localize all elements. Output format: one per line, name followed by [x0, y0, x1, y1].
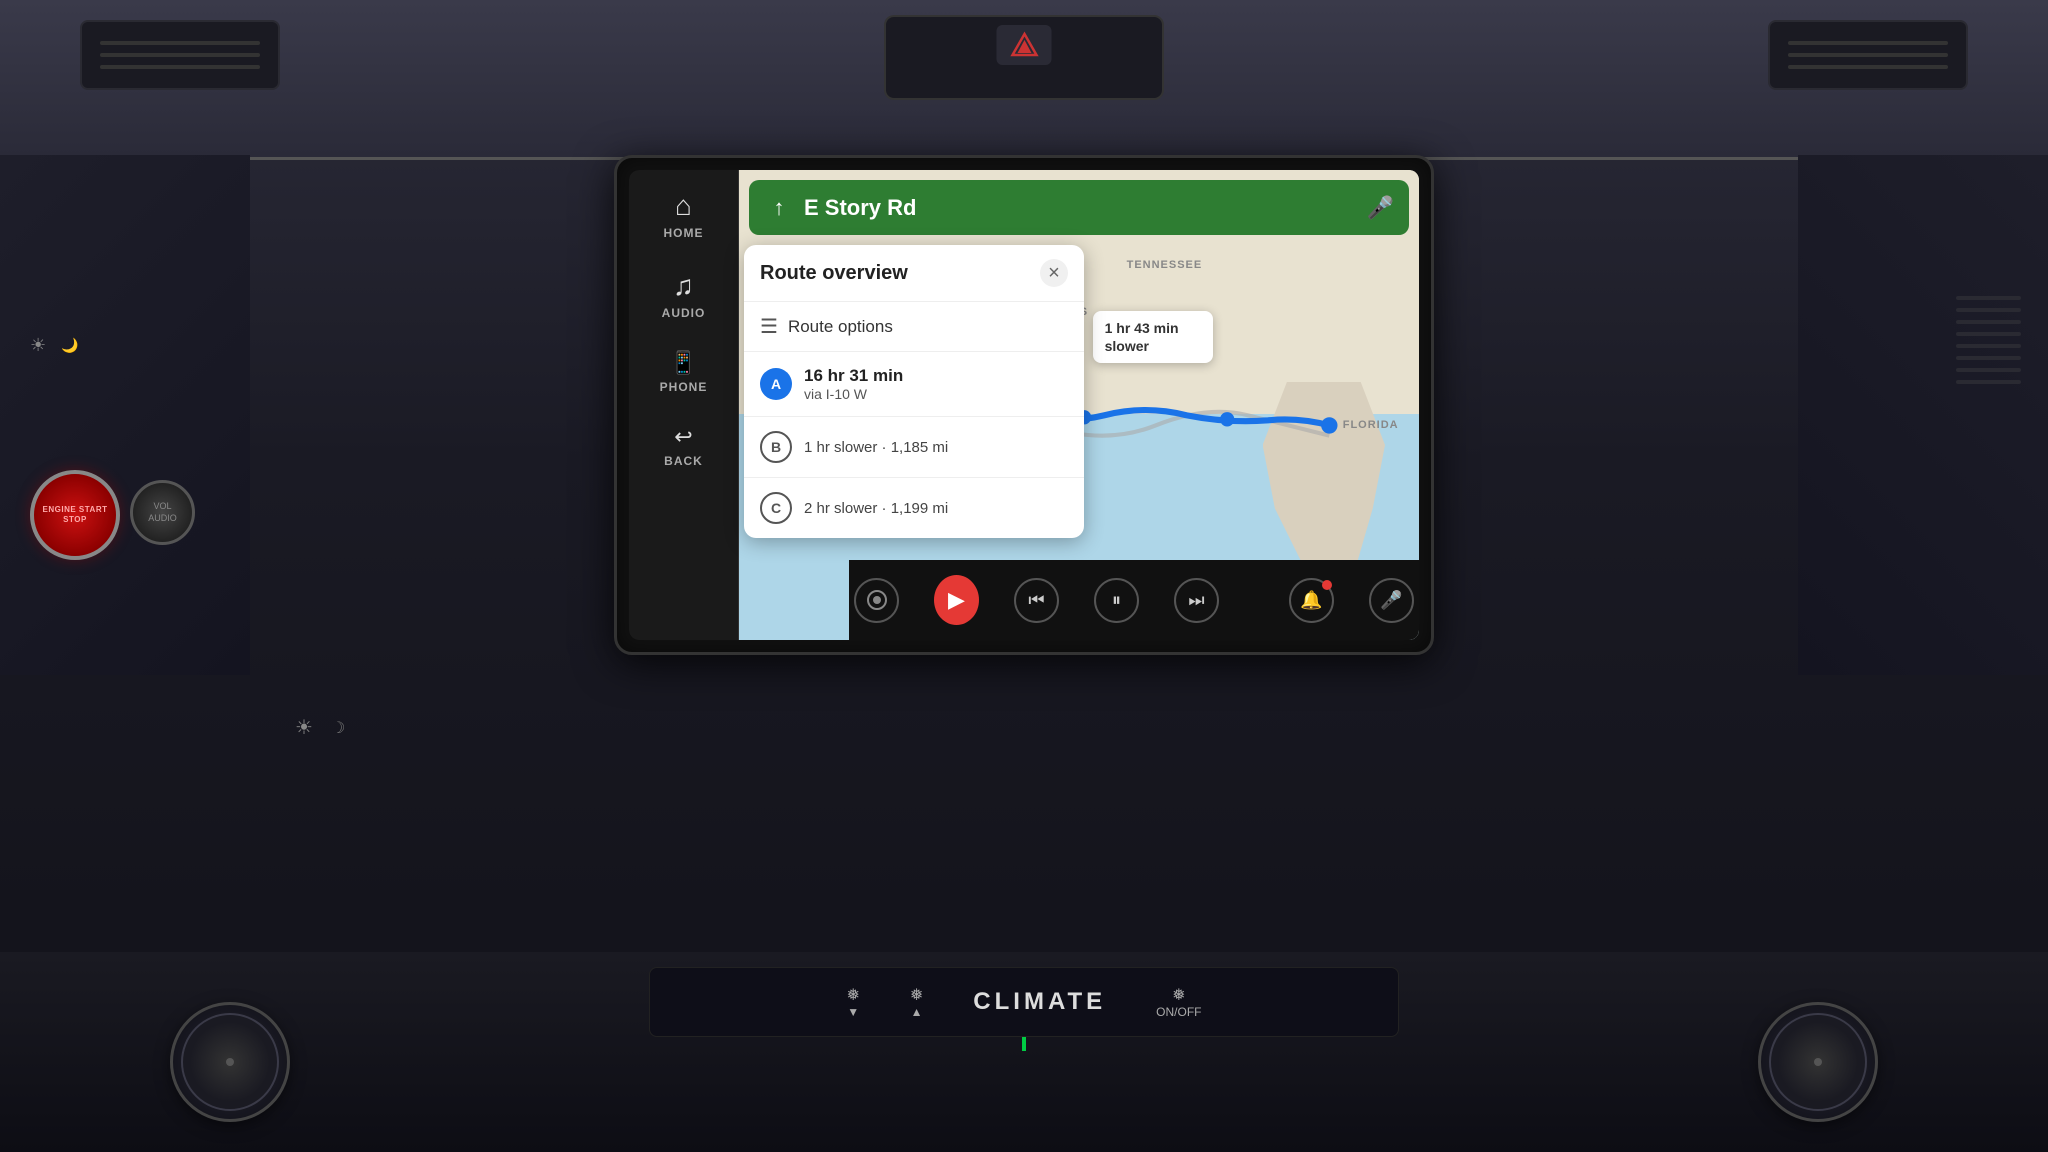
- nav-audio[interactable]: ♫ AUDIO: [662, 270, 706, 320]
- route-a-time: 16 hr 31 min: [804, 366, 1068, 386]
- fan-up-arrow: ▲: [911, 1005, 923, 1019]
- climate-controls-bar: ❅ ▼ ❅ ▲ CLIMATE ❅ ON/OFF: [649, 967, 1399, 1037]
- fan-mode-control[interactable]: ❅ ON/OFF: [1156, 985, 1201, 1019]
- top-left-vent: [80, 20, 280, 90]
- engine-start-stop-button[interactable]: ENGINE START STOP: [30, 470, 120, 560]
- skip-next-icon: ⏭: [1174, 578, 1219, 623]
- close-button[interactable]: ×: [1040, 259, 1068, 287]
- route-item-b[interactable]: B 1 hr slower · 1,185 mi: [744, 417, 1084, 478]
- microphone-button[interactable]: 🎤: [1369, 578, 1414, 623]
- nav-phone[interactable]: 📱 PHONE: [660, 350, 708, 394]
- climate-label: CLIMATE: [973, 988, 1106, 1016]
- play-red-icon: ▶: [934, 575, 979, 625]
- route-item-a[interactable]: A 16 hr 31 min via I-10 W: [744, 352, 1084, 417]
- skip-prev-button[interactable]: ⏮: [1014, 578, 1059, 623]
- right-dashboard: [1798, 155, 2048, 675]
- route-b-text: 1 hr slower · 1,185 mi: [804, 439, 1068, 456]
- phone-icon: 📱: [670, 350, 697, 376]
- nav-back-label: BACK: [664, 454, 703, 468]
- nav-mic-icon[interactable]: 🎤: [1367, 195, 1394, 221]
- route-info-b: 1 hr slower · 1,185 mi: [804, 439, 1068, 456]
- skip-prev-icon: ⏮: [1014, 578, 1059, 623]
- nav-audio-label: AUDIO: [662, 306, 706, 320]
- play-button[interactable]: ▶: [934, 578, 979, 623]
- time-callout: 1 hr 43 minslower: [1093, 311, 1213, 363]
- volume-knob[interactable]: VOLAUDIO: [130, 480, 195, 545]
- green-indicator: [1022, 1037, 1026, 1051]
- panel-header: Route overview ×: [744, 245, 1084, 302]
- route-item-c[interactable]: C 2 hr slower · 1,199 mi: [744, 478, 1084, 538]
- dashboard-top: [0, 0, 2048, 160]
- nav-direction-arrow: ↑: [764, 193, 794, 223]
- fan-up-icon: ❅: [910, 985, 923, 1005]
- fan-mode-label: ON/OFF: [1156, 1005, 1201, 1019]
- route-a-via: via I-10 W: [804, 386, 1068, 402]
- dashboard-lower: ❅ ▼ ❅ ▲ CLIMATE ❅ ON/OFF: [0, 952, 2048, 1152]
- microphone-icon: 🎤: [1369, 578, 1414, 623]
- route-options-icon: ☰: [760, 314, 778, 339]
- home-icon: ⌂: [675, 190, 692, 222]
- android-auto-button[interactable]: [854, 578, 899, 623]
- route-badge-c: C: [760, 492, 792, 524]
- engine-button-label: ENGINE START STOP: [34, 505, 116, 526]
- back-icon: ↩: [674, 424, 692, 450]
- route-c-text: 2 hr slower · 1,199 mi: [804, 500, 1068, 517]
- nav-phone-label: PHONE: [660, 380, 708, 394]
- fan-down-arrow: ▼: [847, 1005, 859, 1019]
- vol-label: VOLAUDIO: [148, 501, 177, 524]
- left-dashboard: ☀ 🌙: [0, 155, 250, 675]
- climate-knob-left[interactable]: [170, 1002, 290, 1122]
- moon-icon: ☽: [331, 718, 345, 738]
- nav-panel: ⌂ HOME ♫ AUDIO 📱 PHONE ↩ BACK: [629, 170, 739, 640]
- bottom-controls-bar: ▶ ⏮ ⏸ ⏭: [849, 560, 1419, 640]
- fan-mode-icon: ❅: [1172, 985, 1185, 1005]
- climate-knob-right[interactable]: [1758, 1002, 1878, 1122]
- skip-next-button[interactable]: ⏭: [1174, 578, 1219, 623]
- top-right-vent: [1768, 20, 1968, 90]
- route-options-label: Route options: [788, 317, 893, 337]
- route-info-a: 16 hr 31 min via I-10 W: [804, 366, 1068, 402]
- route-info-c: 2 hr slower · 1,199 mi: [804, 500, 1068, 517]
- panel-title: Route overview: [760, 262, 908, 285]
- hazard-button[interactable]: [997, 25, 1052, 65]
- route-badge-b: B: [760, 431, 792, 463]
- notification-button[interactable]: 🔔: [1289, 578, 1334, 623]
- pause-icon: ⏸: [1094, 578, 1139, 623]
- brightness-label-area: ☀ ☽: [295, 715, 345, 740]
- nav-home[interactable]: ⌂ HOME: [664, 190, 704, 240]
- route-badge-a: A: [760, 368, 792, 400]
- top-center-vent: [884, 15, 1164, 100]
- fan-up-control[interactable]: ❅ ▲: [910, 985, 923, 1019]
- sun-icon: ☀: [295, 715, 313, 740]
- fan-icon: ❅: [846, 985, 859, 1005]
- audio-icon: ♫: [673, 270, 694, 302]
- android-auto-circle-icon: [854, 578, 899, 623]
- fan-down-control[interactable]: ❅ ▼: [846, 985, 859, 1019]
- right-side-vent: [1948, 215, 2028, 465]
- nav-back[interactable]: ↩ BACK: [664, 424, 703, 468]
- nav-street-name: E Story Rd: [804, 195, 1357, 221]
- screen-bezel: ⌂ HOME ♫ AUDIO 📱 PHONE ↩ BACK: [614, 155, 1434, 655]
- route-options-button[interactable]: ☰ Route options: [744, 302, 1084, 352]
- route-overview-panel: Route overview × ☰ Route options A 16 hr…: [744, 245, 1084, 538]
- screen-inner: ⌂ HOME ♫ AUDIO 📱 PHONE ↩ BACK: [629, 170, 1419, 640]
- nav-header-bar: ↑ E Story Rd 🎤: [749, 180, 1409, 235]
- time-callout-text: 1 hr 43 minslower: [1105, 319, 1201, 355]
- brightness-controls: ☀ 🌙: [30, 335, 79, 356]
- screen-content: OKLAHOMA ARKANSAS TENNESSEE FLORIDA Mexi…: [739, 170, 1419, 640]
- nav-home-label: HOME: [664, 226, 704, 240]
- notification-badge: [1322, 580, 1332, 590]
- car-interior: ☀ 🌙 ⌂ HOME ♫: [0, 0, 2048, 1152]
- pause-button[interactable]: ⏸: [1094, 578, 1139, 623]
